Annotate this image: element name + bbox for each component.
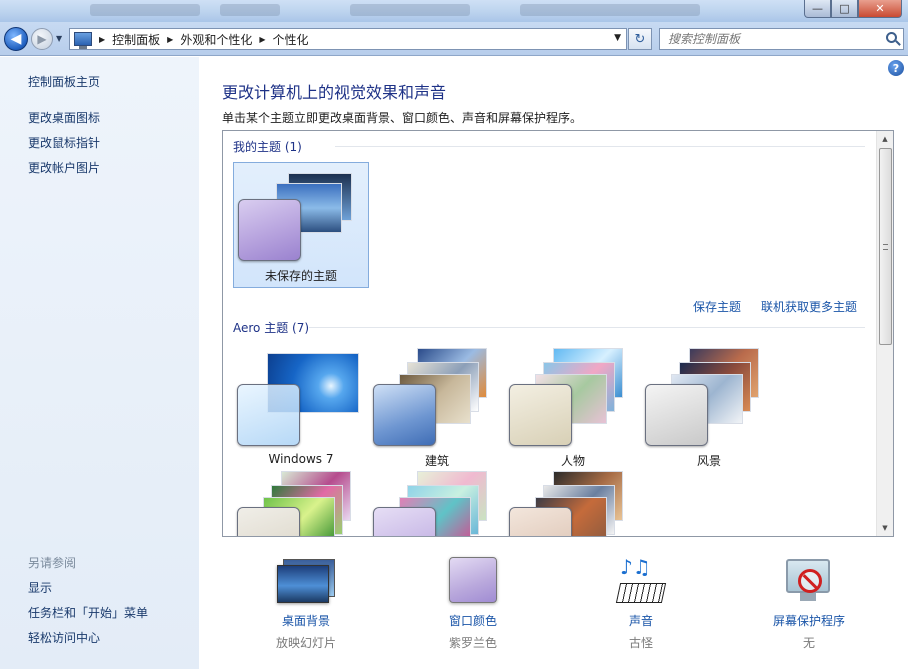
desktop-background-label[interactable]: 桌面背景: [246, 612, 366, 629]
taskbar-start-menu-link[interactable]: 任务栏和「开始」菜单: [28, 604, 148, 621]
help-icon: ?: [892, 61, 900, 75]
page-title: 更改计算机上的视觉效果和声音: [222, 83, 447, 102]
change-account-picture-link[interactable]: 更改帐户图片: [28, 159, 100, 176]
window-color-setting[interactable]: 窗口颜色 紫罗兰色: [413, 551, 533, 661]
sounds-icon: ♪♫: [612, 555, 670, 605]
page-description: 单击某个主题立即更改桌面背景、窗口颜色、声音和屏幕保护程序。: [222, 111, 583, 125]
breadcrumb-personalization[interactable]: 个性化: [273, 31, 309, 48]
scrollbar-grip-icon: [883, 244, 888, 250]
window-controls: — □ ✕: [804, 0, 902, 19]
titlebar-blurred-area: [90, 4, 200, 16]
themes-scrollbar[interactable]: ▲ ▼: [876, 131, 893, 536]
window-color-swatch: [645, 384, 708, 446]
window-color-swatch: [237, 507, 300, 536]
title-bar: — □ ✕: [0, 0, 908, 22]
breadcrumb-separator-icon[interactable]: ▶: [259, 35, 265, 44]
titlebar-blurred-area: [350, 4, 470, 16]
scroll-down-arrow-icon[interactable]: ▼: [877, 520, 893, 536]
see-also-heading: 另请参阅: [28, 556, 77, 570]
sounds-value: 古怪: [628, 636, 653, 650]
theme-architecture[interactable]: 建筑: [369, 348, 505, 474]
navigation-bar: ◀ ▶ ▼ ▶ 控制面板 ▶ 外观和个性化 ▶ 个性化 ▼ ↻: [0, 22, 908, 56]
search-input[interactable]: [660, 29, 870, 49]
breadcrumb-control-panel[interactable]: 控制面板: [112, 31, 160, 48]
screensaver-value: 无: [802, 636, 815, 650]
theme-label: 风景: [696, 454, 721, 468]
titlebar-blurred-area: [520, 4, 700, 16]
theme-united-states[interactable]: [505, 471, 641, 536]
theme-label: 未保存的主题: [264, 269, 337, 283]
maximize-button[interactable]: □: [831, 0, 858, 18]
breadcrumb-separator-icon[interactable]: ▶: [99, 35, 105, 44]
window-color-value: 紫罗兰色: [448, 636, 497, 650]
my-themes-header: 我的主题 (1): [233, 140, 302, 154]
back-button[interactable]: ◀: [4, 27, 28, 51]
window-color-swatch: [373, 384, 436, 446]
control-panel-home-link[interactable]: 控制面板主页: [28, 73, 100, 90]
themes-list[interactable]: 我的主题 (1) 未保存的主题 保存主题 联机获取更多主题 Aero 主题 (7…: [222, 130, 894, 537]
search-box[interactable]: [659, 28, 904, 50]
scroll-up-arrow-icon[interactable]: ▲: [877, 131, 893, 147]
left-task-pane: 控制面板主页 更改桌面图标 更改鼠标指针 更改帐户图片 另请参阅 显示 任务栏和…: [0, 57, 199, 669]
get-more-themes-link[interactable]: 联机获取更多主题: [761, 298, 857, 315]
window-color-label[interactable]: 窗口颜色: [413, 612, 533, 629]
change-desktop-icons-link[interactable]: 更改桌面图标: [28, 109, 100, 126]
ease-of-access-link[interactable]: 轻松访问中心: [28, 629, 100, 646]
theme-scenes[interactable]: [369, 471, 505, 536]
close-button[interactable]: ✕: [858, 0, 902, 18]
screensaver-setting[interactable]: 屏幕保护程序 无: [749, 551, 869, 661]
group-divider: [309, 327, 865, 328]
display-link[interactable]: 显示: [28, 579, 52, 596]
theme-label: 人物: [560, 454, 585, 468]
recent-pages-dropdown-icon[interactable]: ▼: [56, 34, 66, 44]
scrollbar-thumb[interactable]: [879, 148, 892, 345]
theme-windows7[interactable]: Windows 7: [233, 348, 369, 474]
theme-label: Windows 7: [268, 452, 334, 466]
refresh-icon: ↻: [634, 31, 646, 47]
address-dropdown-icon[interactable]: ▼: [614, 33, 621, 43]
help-button[interactable]: ?: [888, 60, 904, 76]
breadcrumb-appearance[interactable]: 外观和个性化: [180, 31, 252, 48]
desktop-background-setting[interactable]: 桌面背景 放映幻灯片: [246, 551, 366, 661]
address-bar[interactable]: ▶ 控制面板 ▶ 外观和个性化 ▶ 个性化 ▼: [69, 28, 627, 50]
control-panel-icon: [74, 32, 92, 49]
theme-label: 建筑: [424, 454, 449, 468]
change-mouse-pointers-link[interactable]: 更改鼠标指针: [28, 134, 100, 151]
theme-unsaved[interactable]: 未保存的主题: [233, 162, 369, 288]
sounds-label[interactable]: 声音: [581, 612, 701, 629]
refresh-button[interactable]: ↻: [628, 28, 652, 50]
window-color-swatch: [373, 507, 436, 536]
main-content: ? 更改计算机上的视觉效果和声音 单击某个主题立即更改桌面背景、窗口颜色、声音和…: [199, 57, 908, 669]
save-theme-link[interactable]: 保存主题: [693, 298, 741, 315]
window-color-swatch: [509, 507, 572, 536]
window-color-swatch: [238, 199, 301, 261]
group-divider: [335, 146, 865, 147]
theme-characters[interactable]: 人物: [505, 348, 641, 474]
breadcrumb-separator-icon[interactable]: ▶: [167, 35, 173, 44]
theme-nature[interactable]: [233, 471, 369, 536]
screensaver-icon: [780, 557, 838, 605]
desktop-background-value: 放映幻灯片: [275, 636, 336, 650]
sounds-setting[interactable]: ♪♫ 声音 古怪: [581, 551, 701, 661]
search-icon[interactable]: [886, 32, 897, 43]
window-color-swatch: [237, 384, 300, 446]
window-color-swatch: [509, 384, 572, 446]
window-color-icon: [448, 557, 498, 605]
forward-button[interactable]: ▶: [31, 28, 53, 50]
minimize-button[interactable]: —: [804, 0, 831, 18]
titlebar-blurred-area: [220, 4, 280, 16]
screensaver-label[interactable]: 屏幕保护程序: [749, 612, 869, 629]
theme-landscapes[interactable]: 风景: [641, 348, 777, 474]
aero-themes-header: Aero 主题 (7): [233, 321, 310, 335]
desktop-background-icon: [277, 557, 335, 605]
